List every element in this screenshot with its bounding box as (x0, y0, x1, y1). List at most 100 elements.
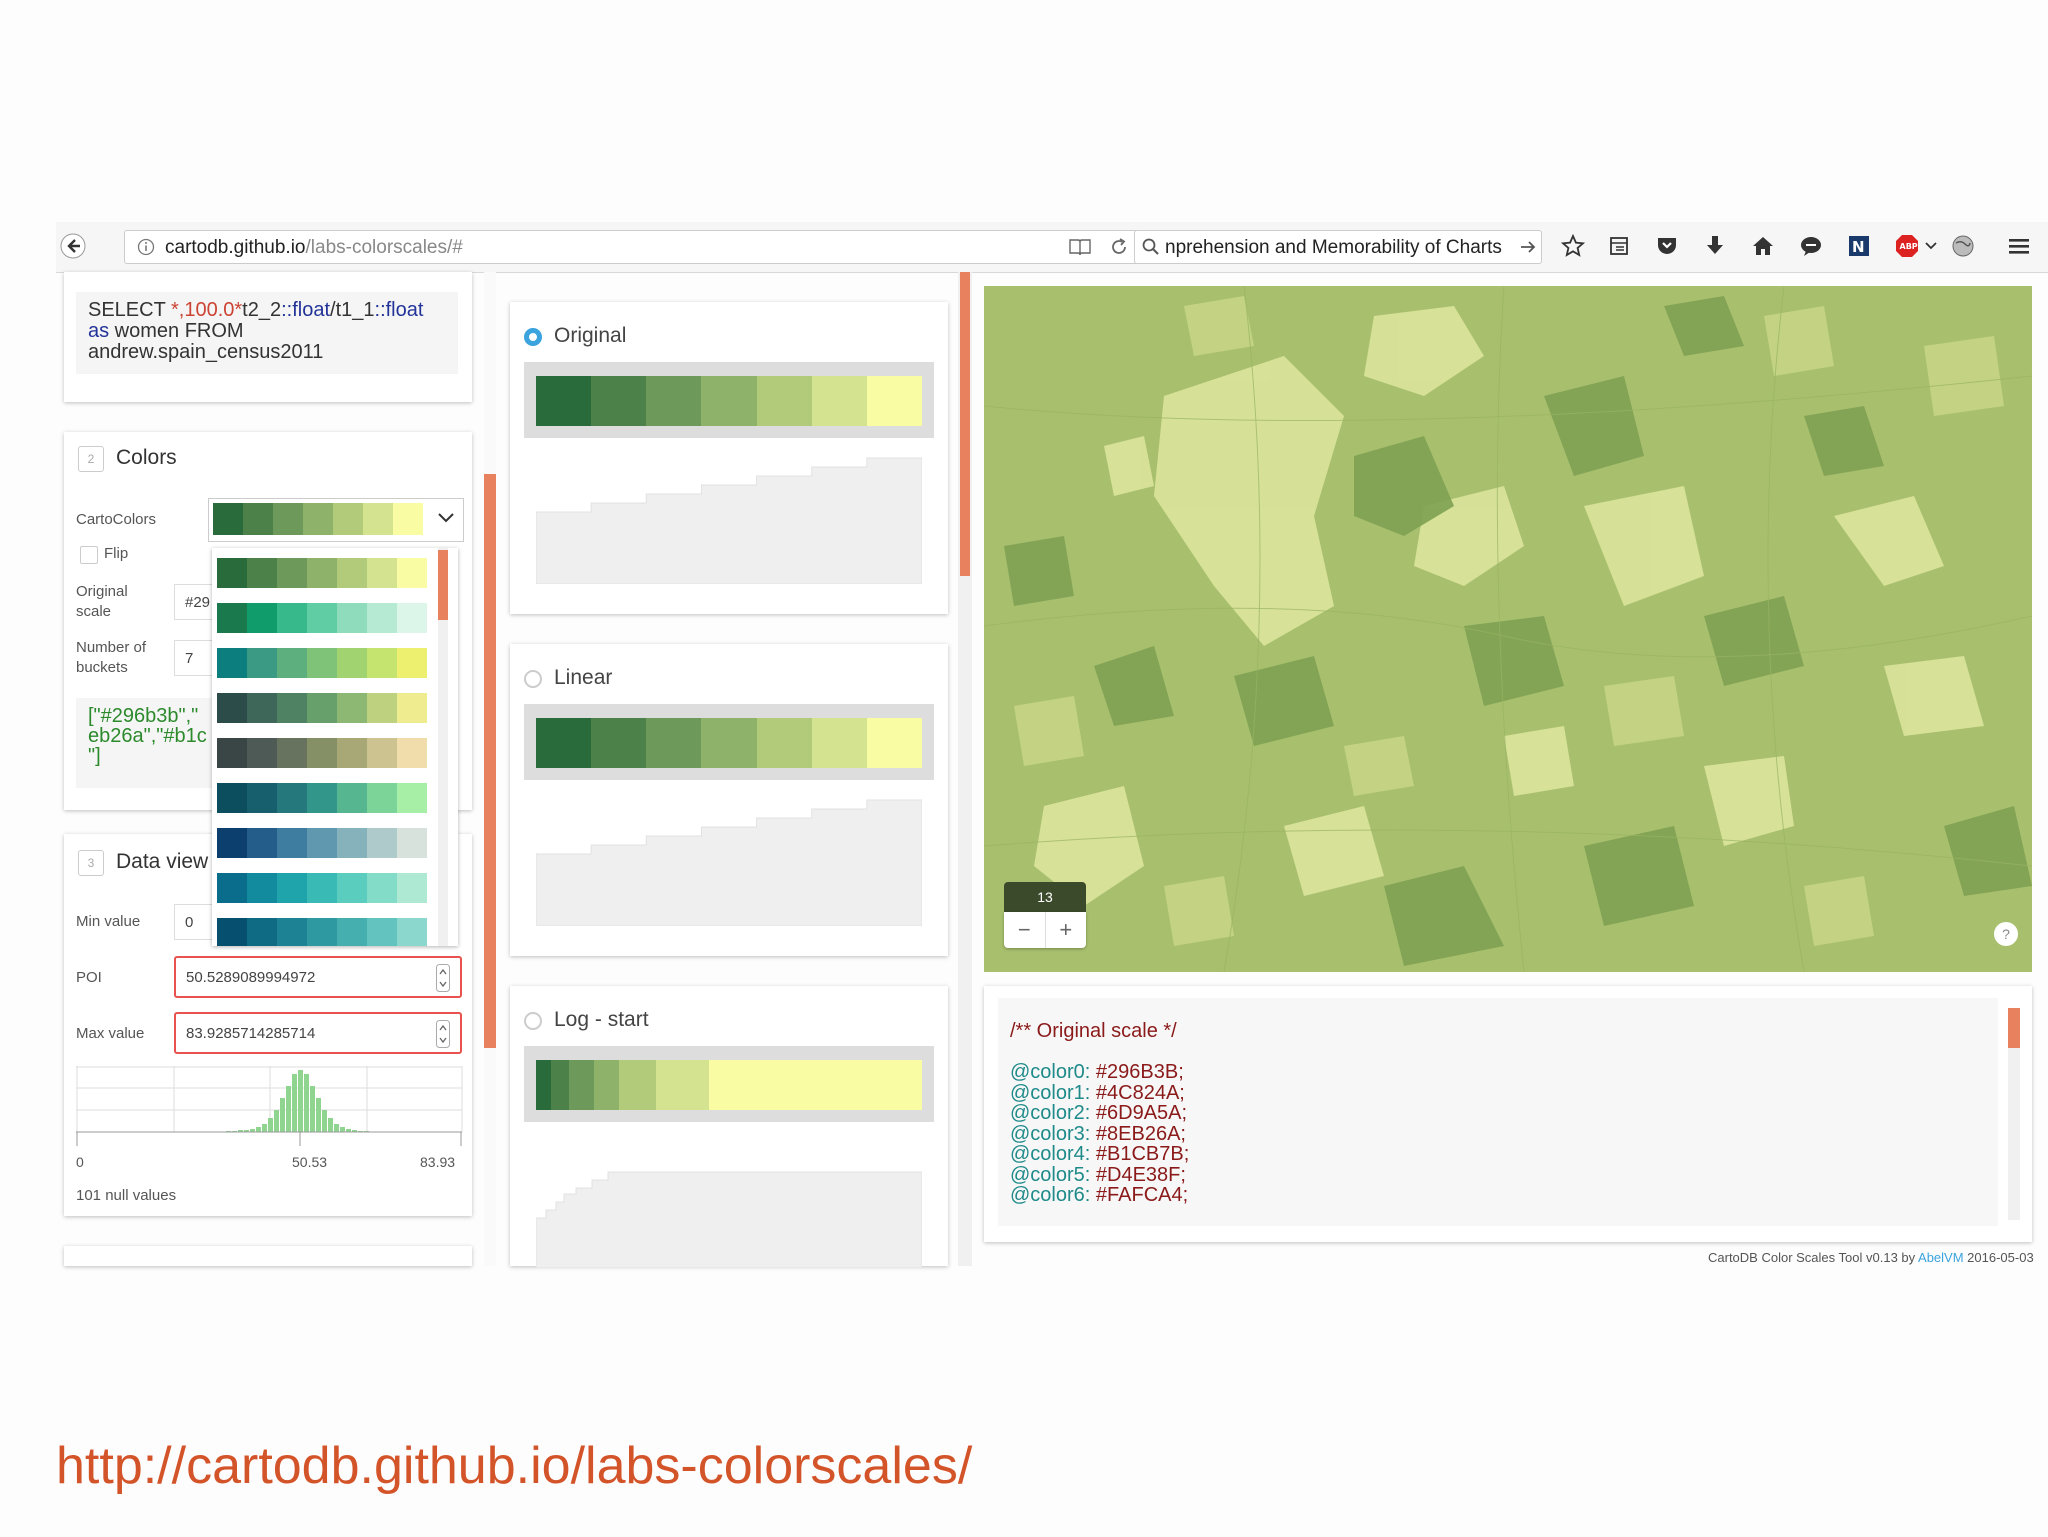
scale-card[interactable]: Original (510, 302, 948, 614)
hist-bar (328, 1118, 333, 1132)
bookmark-star-icon[interactable] (1558, 231, 1588, 261)
cartocolors-select[interactable] (208, 498, 464, 542)
scale-radio[interactable] (524, 670, 542, 688)
scales-scrollbar[interactable] (958, 272, 972, 1266)
ramp-swatch (866, 718, 922, 768)
pocket-icon[interactable] (1652, 231, 1682, 261)
reading-list-icon[interactable] (1604, 231, 1634, 261)
ramp-swatch (307, 738, 337, 768)
ramp-swatch (247, 738, 277, 768)
ramp-options-dropdown[interactable] (212, 548, 458, 946)
hist-bar (322, 1110, 327, 1132)
scale-name: Log - start (554, 1008, 649, 1031)
help-button[interactable]: ? (1994, 922, 2018, 946)
stepper-icon[interactable] (436, 1020, 450, 1052)
ramp-swatch (367, 828, 397, 858)
ramp-swatch (247, 693, 277, 723)
ramp-swatch (397, 738, 427, 768)
slide-link[interactable]: http://cartodb.github.io/labs-colorscale… (56, 1436, 972, 1496)
extension-globe-icon[interactable] (1948, 231, 1978, 261)
query-editor[interactable]: SELECT *,100.0*t2_2::float/t1_1::float a… (76, 292, 458, 374)
ramp-option[interactable] (217, 918, 427, 946)
ramp-swatch (646, 376, 702, 426)
scale-radio[interactable] (524, 1012, 542, 1030)
query-as: as (88, 320, 110, 342)
url-bar[interactable]: cartodb.github.io/labs-colorscales/# (124, 230, 1138, 264)
ramp-swatch (307, 558, 337, 588)
scale-radio[interactable] (524, 328, 542, 346)
ramp-option[interactable] (217, 603, 427, 633)
menu-icon[interactable] (2004, 231, 2034, 261)
ramp-swatch (811, 376, 867, 426)
ramp-swatch (247, 783, 277, 813)
scale-card[interactable]: Linear (510, 644, 948, 956)
ramp-swatch (397, 783, 427, 813)
reader-view-icon[interactable] (1069, 237, 1091, 262)
map-view[interactable]: 13 − + ? (984, 286, 2032, 972)
ramp-swatch (277, 693, 307, 723)
scale-card[interactable]: Log - start (510, 986, 948, 1268)
ramp-swatch (333, 503, 363, 535)
ramp-option[interactable] (217, 783, 427, 813)
ramp-swatch (247, 828, 277, 858)
ramp-option[interactable] (217, 558, 427, 588)
section-title: Colors (116, 446, 177, 469)
home-icon[interactable] (1748, 231, 1778, 261)
back-icon[interactable] (58, 231, 88, 261)
scales-scroll-thumb[interactable] (960, 272, 970, 576)
hist-tick-mid: 50.53 (292, 1154, 328, 1170)
ramp-swatch (656, 1060, 709, 1110)
original-scale-label: Original scale (76, 582, 128, 622)
download-icon[interactable] (1700, 231, 1730, 261)
search-bar[interactable]: nprehension and Memorability of Charts (1134, 230, 1542, 264)
left-scroll-thumb[interactable] (484, 474, 496, 1048)
dropdown-scroll-thumb[interactable] (438, 550, 448, 620)
max-value-input[interactable]: 83.9285714285714 (174, 1012, 462, 1054)
staircase-area (536, 799, 922, 926)
footer-credit: CartoDB Color Scales Tool v0.13 by AbelV… (1708, 1250, 2034, 1265)
ramp-swatch (307, 873, 337, 903)
left-scrollbar[interactable] (484, 272, 496, 1266)
scale-staircase (536, 799, 922, 926)
ramp-swatch (307, 918, 337, 946)
ramp-option[interactable] (217, 828, 427, 858)
zoom-in-button[interactable]: + (1044, 912, 1087, 948)
code-output[interactable]: /** Original scale */ @color0: #296B3B; @… (998, 998, 1998, 1226)
dropdown-scrollbar[interactable] (438, 548, 448, 946)
info-icon[interactable] (137, 238, 155, 261)
hist-bar (304, 1074, 309, 1132)
poi-input[interactable]: 50.5289089994972 (174, 956, 462, 998)
code-value: #8EB26A; (1090, 1122, 1186, 1145)
flip-checkbox[interactable] (80, 546, 98, 564)
ramp-option[interactable] (217, 693, 427, 723)
chat-icon[interactable] (1796, 231, 1826, 261)
credit-author-link[interactable]: AbelVM (1918, 1250, 1964, 1265)
code-scrollbar[interactable] (2008, 1008, 2020, 1220)
reload-icon[interactable] (1109, 237, 1129, 262)
ramp-swatch (303, 503, 333, 535)
stepper-icon[interactable] (436, 964, 450, 996)
next-card-stub (64, 1246, 472, 1266)
code-value: #B1CB7B; (1090, 1143, 1190, 1165)
code-scroll-thumb[interactable] (2008, 1008, 2020, 1048)
ramp-swatch (367, 603, 397, 633)
ramp-option[interactable] (217, 738, 427, 768)
credit-date: 2016-05-03 (1963, 1250, 2034, 1265)
zoom-out-button[interactable]: − (1004, 912, 1045, 948)
extension-n-icon[interactable]: N (1844, 231, 1874, 261)
query-from: women FROM (109, 320, 244, 342)
code-var: @color2: (1010, 1102, 1091, 1124)
ramp-option[interactable] (217, 873, 427, 903)
ramp-swatch (277, 873, 307, 903)
chevron-down-icon[interactable] (1916, 231, 1946, 261)
search-go-icon[interactable] (1519, 237, 1537, 262)
ramp-swatch (247, 558, 277, 588)
ramp-swatch (708, 1060, 922, 1110)
ramp-option[interactable] (217, 648, 427, 678)
poi-label: POI (76, 969, 102, 986)
ramp-swatch (393, 503, 423, 535)
ramp-swatch (397, 603, 427, 633)
ramp-swatch (217, 558, 247, 588)
ramp-swatch (307, 783, 337, 813)
buckets-label: Number of buckets (76, 638, 146, 678)
